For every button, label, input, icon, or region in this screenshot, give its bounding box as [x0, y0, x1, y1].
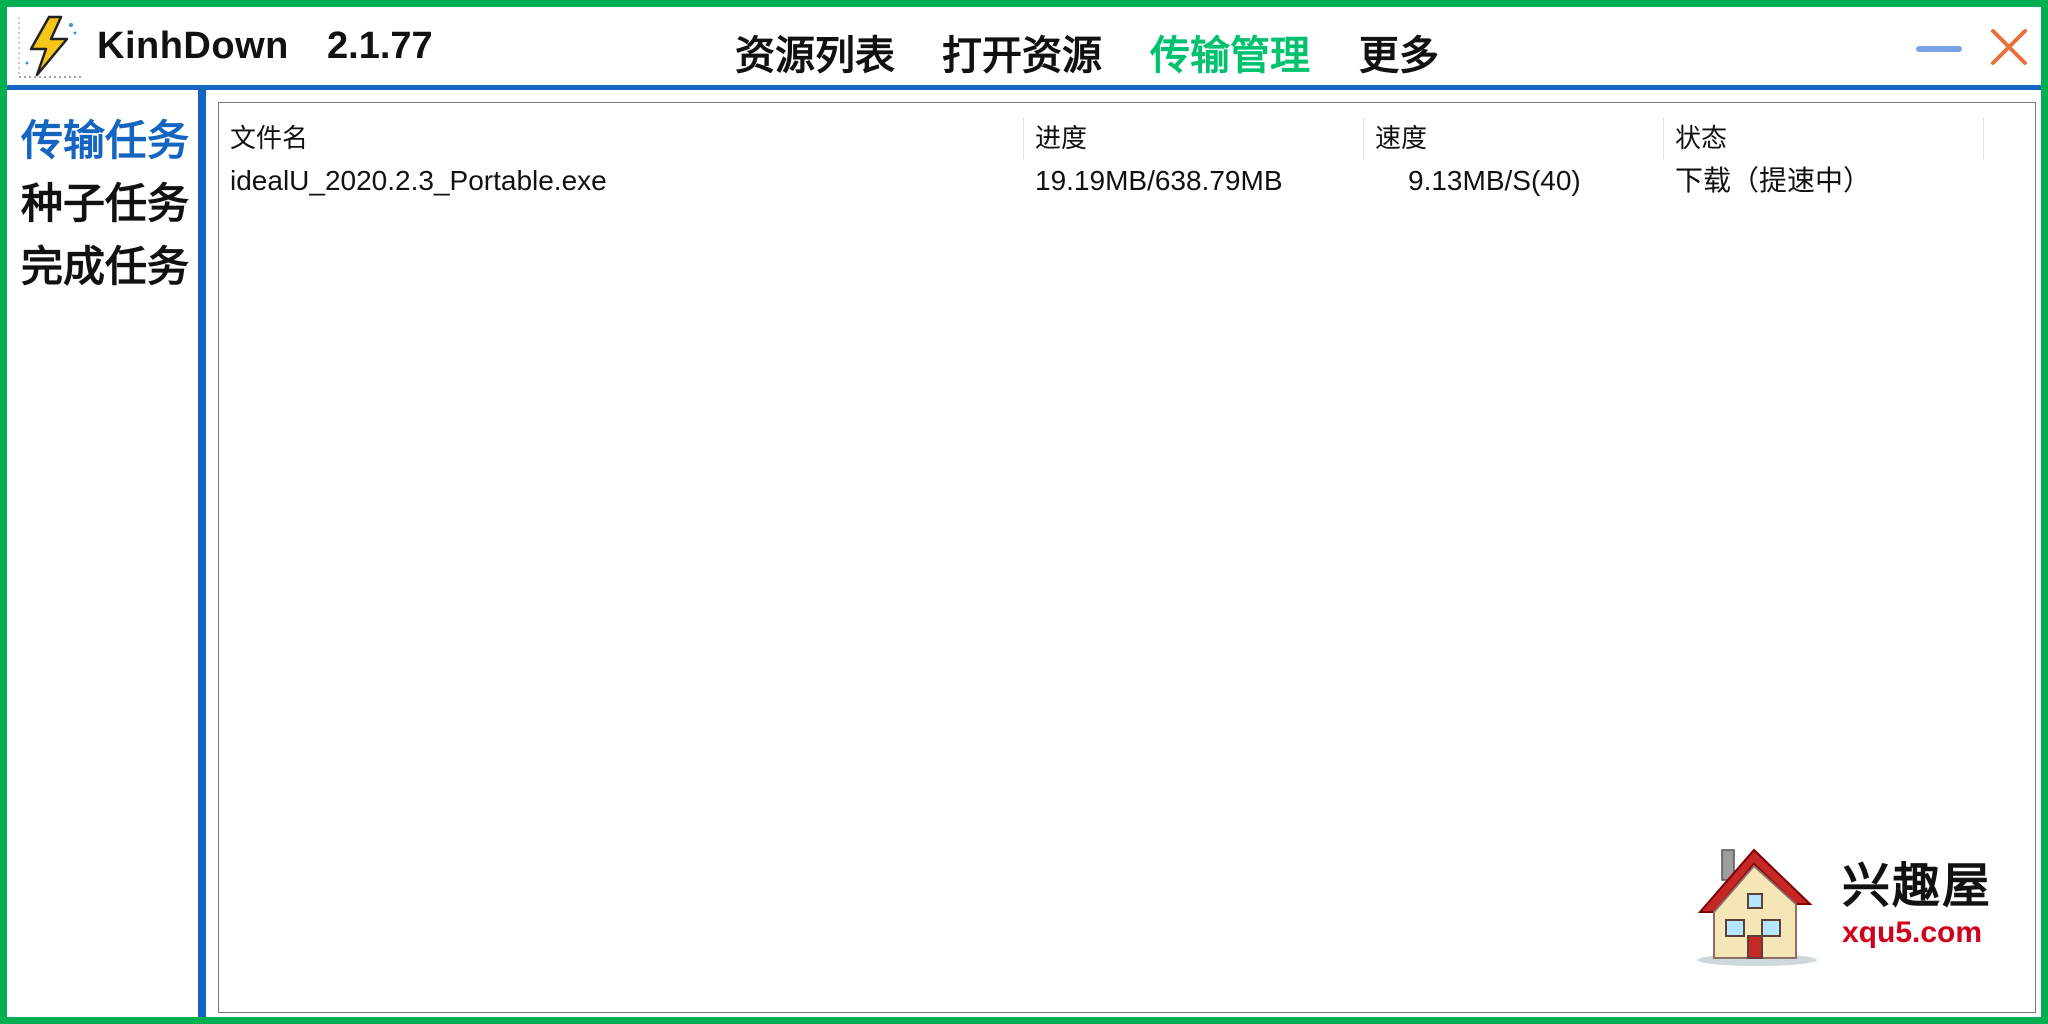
sidebar-item-torrent-tasks[interactable]: 种子任务 — [21, 170, 189, 231]
cell-status: 下载（提速中） — [1675, 165, 1872, 196]
app-version: 2.1.77 — [327, 25, 433, 67]
watermark: 兴趣屋 xqu5.com — [1692, 840, 2012, 970]
nav-transfer-management[interactable]: 传输管理 — [1150, 23, 1310, 81]
cell-speed: 9.13MB/S(40) — [1408, 165, 1581, 196]
house-icon — [1697, 848, 1817, 966]
sidebar-item-completed-tasks[interactable]: 完成任务 — [21, 233, 189, 294]
cell-filename: idealU_2020.2.3_Portable.exe — [230, 165, 607, 196]
sidebar: 传输任务 种子任务 完成任务 — [7, 90, 206, 1017]
title-bar: KinhDown 2.1.77 资源列表 打开资源 传输管理 更多 — [7, 7, 2041, 90]
nav-more[interactable]: 更多 — [1359, 23, 1439, 81]
lightning-bolt-icon — [18, 15, 81, 78]
watermark-url: xqu5.com — [1842, 916, 1983, 949]
app-window: KinhDown 2.1.77 资源列表 打开资源 传输管理 更多 传输任务 种… — [0, 0, 2048, 1024]
watermark-brand: 兴趣屋 — [1842, 860, 1993, 913]
nav-open-resource[interactable]: 打开资源 — [942, 23, 1102, 81]
app-name: KinhDown — [97, 25, 289, 67]
cell-progress: 19.19MB/638.79MB — [1035, 165, 1283, 196]
sidebar-item-transfer-tasks[interactable]: 传输任务 — [21, 107, 189, 168]
nav-resource-list[interactable]: 资源列表 — [735, 23, 895, 81]
close-icon[interactable] — [1979, 17, 2039, 77]
minimize-icon[interactable] — [1909, 17, 1969, 77]
